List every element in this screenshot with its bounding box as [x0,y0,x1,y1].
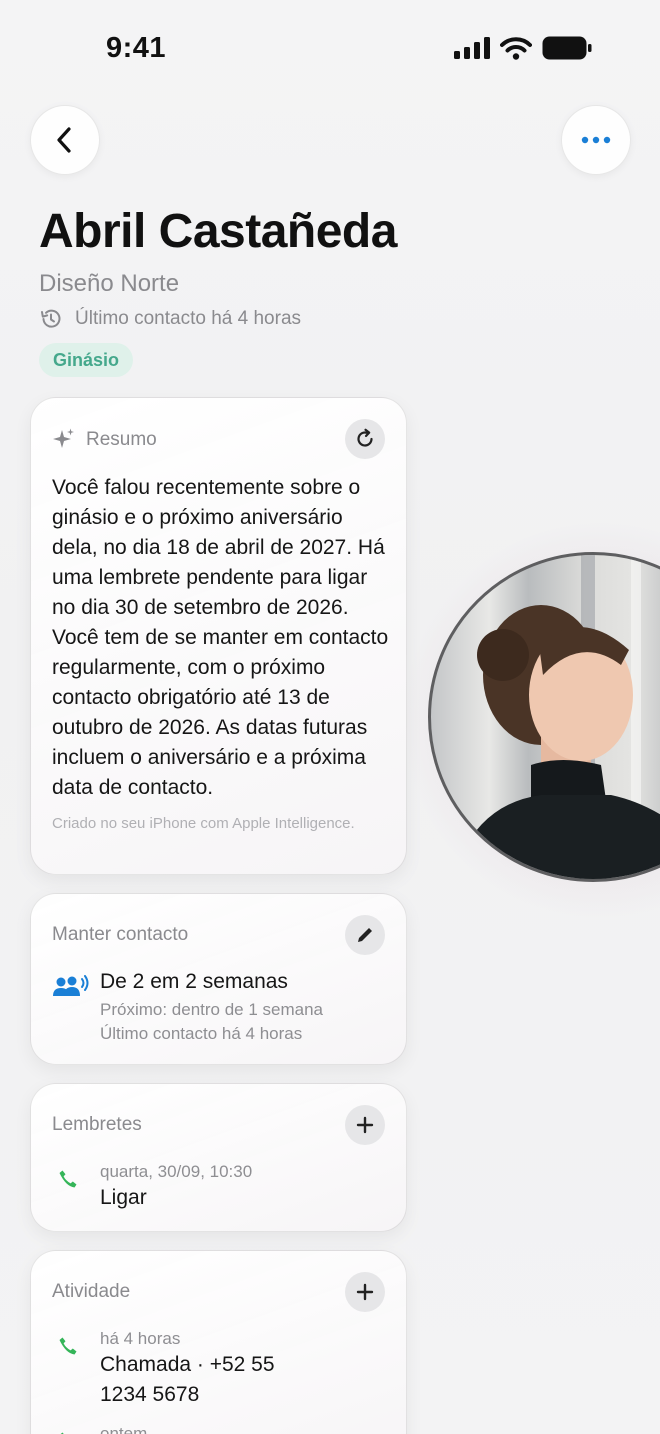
keep-in-touch-next: Próximo: dentro de 1 semana [100,1000,324,1019]
people-wave-icon [53,975,89,996]
keep-in-touch-card: Manter contacto De 2 em 2 semanas Próxim… [30,893,407,1065]
contact-company: Diseño Norte [39,270,180,297]
activity-when: ontem [100,1424,148,1434]
keep-in-touch-title: Manter contacto [52,924,189,945]
last-contact-text: Último contacto há 4 horas [75,308,302,329]
reminder-label: Ligar [100,1186,147,1209]
summary-text: Você falou recentemente sobre o ginásio … [52,476,389,799]
last-contact-row: Último contacto há 4 horas [39,307,301,331]
status-icons [454,36,592,60]
add-reminder-button[interactable] [345,1105,385,1145]
activity-card: Atividade há 4 horas Chamada · +52 55 12… [30,1250,407,1434]
summary-card: Resumo Você falou recentemente sobre o g… [30,397,407,875]
tag-badge[interactable]: Ginásio [39,343,134,377]
plus-icon [356,1283,374,1301]
pencil-icon [358,928,372,942]
plus-icon [356,1116,374,1134]
back-button[interactable] [30,105,100,175]
activity-title: Atividade [52,1281,131,1302]
cellular-signal-icon [454,37,490,59]
summary-footer: Criado no seu iPhone com Apple Intellige… [52,815,355,832]
refresh-summary-button[interactable] [345,419,385,459]
activity-label-line2: 1234 5678 [100,1383,200,1406]
edit-keep-in-touch-button[interactable] [345,915,385,955]
keep-in-touch-frequency: De 2 em 2 semanas [100,970,288,993]
phone-icon [59,1337,77,1355]
activity-when: há 4 horas [100,1329,181,1348]
status-time: 9:41 [106,32,167,64]
history-icon [41,309,61,328]
ellipsis-icon [581,136,611,144]
reminder-when: quarta, 30/09, 10:30 [100,1162,253,1181]
more-options-button[interactable] [561,105,631,175]
activity-label-line1: Chamada · +52 55 [100,1353,275,1376]
sparkles-icon [53,428,74,448]
contact-screen: 9:41 Abril Castañeda Diseño Norte Último… [0,0,660,1434]
keep-in-touch-last: Último contacto há 4 horas [100,1024,303,1043]
wifi-icon [500,37,532,60]
chevron-left-icon [57,127,71,153]
summary-title: Resumo [86,429,157,450]
contact-name: Abril Castañeda [39,205,397,258]
add-activity-button[interactable] [345,1272,385,1312]
refresh-icon [357,428,373,447]
reminders-title: Lembretes [52,1114,142,1135]
reminders-card: Lembretes quarta, 30/09, 10:30 Ligar [30,1083,407,1232]
phone-icon [59,1170,77,1188]
battery-icon [542,36,592,60]
